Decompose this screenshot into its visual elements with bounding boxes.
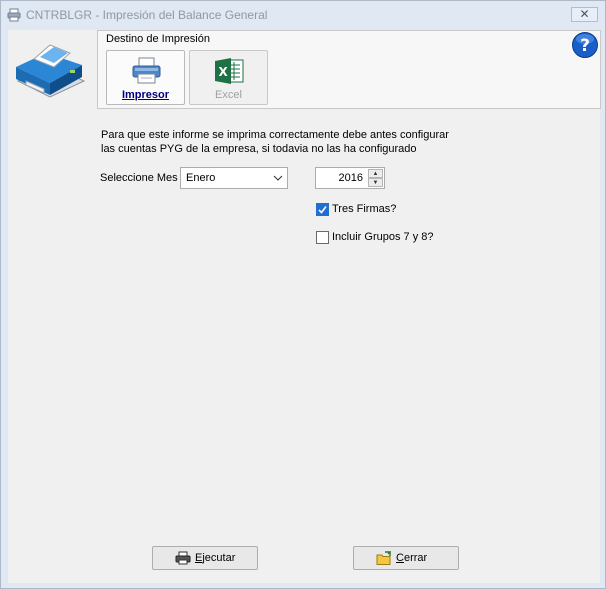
tres-firmas-label[interactable]: Tres Firmas? xyxy=(332,203,396,215)
help-icon[interactable]: ? xyxy=(570,30,600,60)
year-value: 2016 xyxy=(338,172,363,184)
svg-text:?: ? xyxy=(580,36,590,56)
month-label: Seleccione Mes xyxy=(100,172,178,184)
excel-destination-button[interactable]: X Excel xyxy=(189,50,268,105)
excel-icon: X xyxy=(215,58,244,84)
spin-down-icon[interactable]: ▼ xyxy=(368,178,383,187)
month-select-value: Enero xyxy=(186,172,216,184)
chevron-down-icon[interactable] xyxy=(269,168,287,188)
folder-exit-icon xyxy=(376,551,391,565)
printer-destination-label: Impresor xyxy=(121,89,170,101)
printer-app-icon xyxy=(7,8,21,22)
ejecutar-button[interactable]: Ejecutar xyxy=(152,546,258,570)
info-line-2: las cuentas PYG de la empresa, si todavi… xyxy=(101,143,417,155)
incluir-grupos-checkbox[interactable] xyxy=(316,231,329,244)
client-area: Destino de Impresión Impresor X Excel ? … xyxy=(8,30,601,583)
cerrar-button[interactable]: Cerrar xyxy=(353,546,459,570)
title-bar[interactable]: CNTRBLGR - Impresión del Balance General… xyxy=(1,1,605,30)
print-dialog-window: CNTRBLGR - Impresión del Balance General… xyxy=(0,0,606,589)
spin-up-icon[interactable]: ▲ xyxy=(368,169,383,178)
month-select[interactable]: Enero xyxy=(180,167,288,189)
info-text: Para que este informe se imprima correct… xyxy=(101,128,449,156)
printer-destination-button[interactable]: Impresor xyxy=(106,50,185,105)
ejecutar-label: Ejecutar xyxy=(195,552,236,564)
printer-illustration-icon xyxy=(16,44,86,98)
info-line-1: Para que este informe se imprima correct… xyxy=(101,129,449,141)
incluir-grupos-label[interactable]: Incluir Grupos 7 y 8? xyxy=(332,231,434,243)
excel-destination-label: Excel xyxy=(215,89,242,101)
cerrar-label: Cerrar xyxy=(396,552,428,564)
year-spinner[interactable]: 2016 ▲ ▼ xyxy=(315,167,385,189)
tres-firmas-checkbox[interactable] xyxy=(316,203,329,216)
close-icon[interactable]: ✕ xyxy=(572,7,597,21)
window-title: CNTRBLGR - Impresión del Balance General xyxy=(26,8,268,22)
checkmark-icon xyxy=(318,206,327,214)
year-spinner-buttons: ▲ ▼ xyxy=(368,169,383,187)
svg-text:X: X xyxy=(219,65,229,79)
destination-group-label: Destino de Impresión xyxy=(106,33,210,45)
print-icon xyxy=(175,551,191,565)
destination-group: Destino de Impresión Impresor X Excel xyxy=(97,30,601,109)
close-button[interactable]: ✕ xyxy=(571,7,598,22)
printer-icon xyxy=(132,57,161,84)
